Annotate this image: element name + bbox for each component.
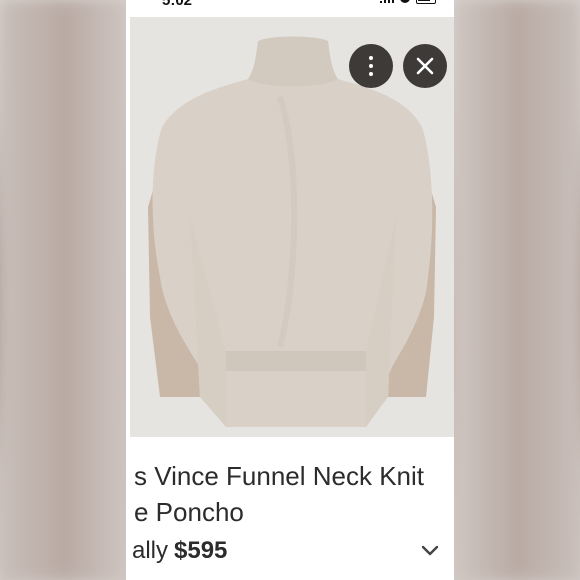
more-vertical-icon [369, 56, 373, 76]
close-icon [416, 57, 434, 75]
wifi-icon [400, 0, 410, 3]
price: $595 [174, 537, 228, 564]
listing-title-line1: s Vince Funnel Neck Knit [134, 461, 424, 491]
more-options-button[interactable] [349, 44, 393, 88]
poncho-illustration [130, 17, 454, 437]
status-bar: 5:02 [126, 0, 454, 10]
status-icons [380, 0, 436, 4]
battery-icon [416, 0, 436, 4]
close-button[interactable] [403, 44, 447, 88]
price-prefix: ally [132, 537, 169, 564]
price-row: ally $595 [132, 537, 227, 565]
phone-screenshot: 5:02 s Vince Funnel Neck Knit e Poncho a… [126, 0, 454, 580]
product-image [130, 17, 454, 437]
signal-icon [380, 0, 394, 3]
listing-title-line2: e Poncho [134, 497, 244, 527]
status-time: 5:02 [162, 0, 193, 9]
chevron-down-icon[interactable] [420, 544, 440, 558]
listing-title: s Vince Funnel Neck Knit e Poncho [134, 458, 454, 530]
listing-info: s Vince Funnel Neck Knit e Poncho ally $5… [126, 440, 454, 580]
